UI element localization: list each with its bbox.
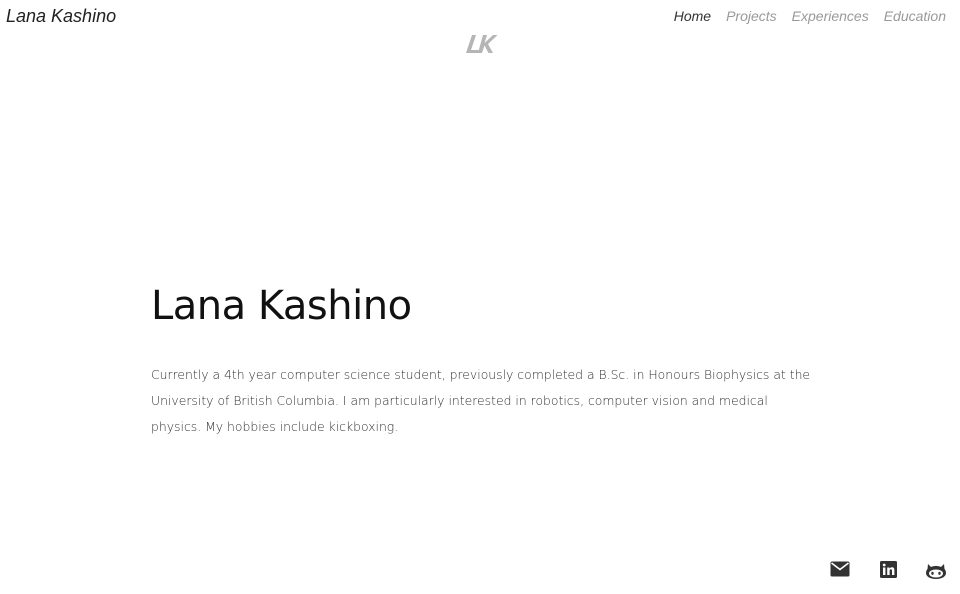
main-nav: Home Projects Experiences Education: [674, 8, 946, 24]
email-link[interactable]: [816, 561, 864, 583]
github-link[interactable]: [912, 561, 960, 583]
envelope-icon: [830, 561, 850, 577]
social-links: [816, 561, 960, 583]
github-icon: [926, 564, 946, 579]
lk-logo-icon: [466, 35, 498, 53]
hero-title: Lana Kashino: [151, 283, 412, 329]
nav-education[interactable]: Education: [884, 8, 946, 24]
linkedin-link[interactable]: [864, 561, 912, 583]
nav-home[interactable]: Home: [674, 8, 711, 24]
nav-experiences[interactable]: Experiences: [792, 8, 869, 24]
nav-projects[interactable]: Projects: [726, 8, 777, 24]
hero-description: Currently a 4th year computer science st…: [151, 367, 811, 434]
site-brand-link[interactable]: Lana Kashino: [6, 6, 116, 27]
linkedin-icon: [879, 561, 897, 578]
